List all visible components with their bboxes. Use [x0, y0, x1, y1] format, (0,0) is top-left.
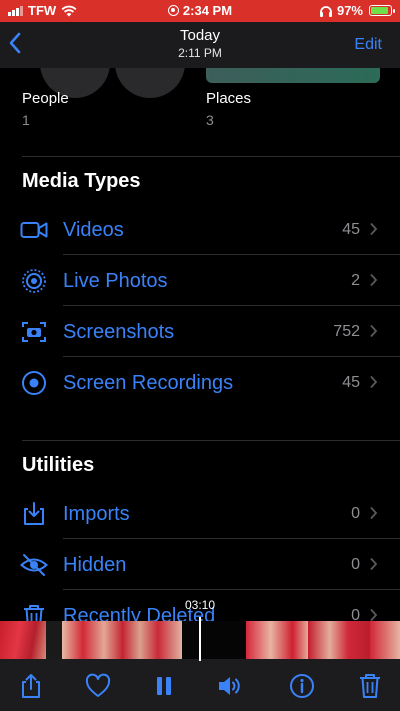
heart-icon[interactable]	[85, 673, 111, 699]
scrubber-frame	[308, 621, 370, 659]
scrubber-frame	[46, 621, 62, 659]
info-icon[interactable]	[289, 673, 315, 699]
volume-icon[interactable]	[217, 673, 243, 699]
row-divider	[63, 589, 400, 590]
row-divider	[63, 356, 400, 357]
status-time: 2:34 PM	[182, 3, 233, 18]
row-count: 2	[351, 272, 360, 289]
row-imports[interactable]: Imports 0	[0, 489, 400, 539]
trash-icon[interactable]	[357, 673, 383, 699]
row-live-photos[interactable]: Live Photos 2	[0, 256, 400, 306]
chevron-right-icon	[370, 375, 378, 389]
section-title-utilities: Utilities	[22, 454, 95, 476]
scrubber-frame	[246, 621, 308, 659]
divider	[22, 156, 400, 157]
chevron-right-icon	[370, 324, 378, 338]
row-screen-recordings[interactable]: Screen Recordings 45	[0, 358, 400, 408]
row-label: Screen Recordings	[63, 372, 234, 394]
playback-timecode: 03:10	[184, 598, 216, 612]
recording-indicator-icon	[167, 5, 179, 16]
row-count: 0	[351, 556, 360, 573]
row-divider	[63, 538, 400, 539]
pause-icon[interactable]	[151, 673, 177, 699]
status-bar: TFW 2:34 PM 97%	[0, 0, 400, 22]
row-count: 45	[342, 374, 360, 391]
albums-list[interactable]: People 1 Places 3 Media Types Videos 45 …	[0, 68, 400, 621]
row-label: Imports	[63, 503, 130, 525]
share-icon[interactable]	[18, 673, 44, 699]
people-thumbnail[interactable]	[115, 68, 185, 98]
scrubber-playhead[interactable]	[199, 617, 201, 661]
row-label: Live Photos	[63, 270, 168, 292]
places-thumbnail[interactable]	[206, 68, 380, 83]
status-right: 97%	[319, 3, 395, 18]
album-count: 1	[22, 112, 30, 128]
scrubber-frame	[370, 621, 400, 659]
album-name: People	[22, 90, 69, 107]
chevron-right-icon	[370, 557, 378, 571]
nav-bar: Today 2:11 PM Edit	[0, 22, 400, 68]
row-count: 752	[333, 323, 360, 340]
screen-recording-icon	[22, 371, 46, 395]
import-icon	[24, 502, 44, 525]
battery-percent: 97%	[336, 3, 363, 18]
headphones-icon	[319, 5, 332, 17]
scrubber-frame	[0, 621, 46, 659]
album-count: 3	[206, 112, 214, 128]
row-label: Hidden	[63, 554, 127, 576]
chevron-right-icon	[370, 273, 378, 287]
scrubber-frame	[182, 621, 246, 659]
section-title-media-types: Media Types	[22, 170, 141, 192]
live-photo-icon	[22, 269, 46, 293]
scrubber-frame	[62, 621, 122, 659]
eye-slash-icon	[20, 554, 48, 576]
video-camera-icon	[20, 222, 48, 238]
screenshot-icon	[22, 322, 46, 342]
album-name: Places	[206, 90, 252, 107]
row-count: 0	[351, 505, 360, 522]
edit-button[interactable]: Edit	[354, 36, 382, 54]
row-count: 45	[342, 221, 360, 238]
row-screenshots[interactable]: Screenshots 752	[0, 307, 400, 357]
row-divider	[63, 305, 400, 306]
nav-title: Today	[179, 27, 221, 44]
row-hidden[interactable]: Hidden 0	[0, 540, 400, 590]
divider	[22, 440, 400, 441]
scrubber-frame	[122, 621, 182, 659]
bottom-toolbar	[0, 659, 400, 711]
row-label: Videos	[63, 219, 124, 241]
chevron-right-icon	[370, 506, 378, 520]
nav-subtitle: 2:11 PM	[178, 46, 222, 60]
chevron-right-icon	[370, 222, 378, 236]
battery-icon	[369, 5, 395, 16]
row-videos[interactable]: Videos 45	[0, 205, 400, 255]
row-label: Screenshots	[63, 321, 175, 343]
row-divider	[63, 254, 400, 255]
